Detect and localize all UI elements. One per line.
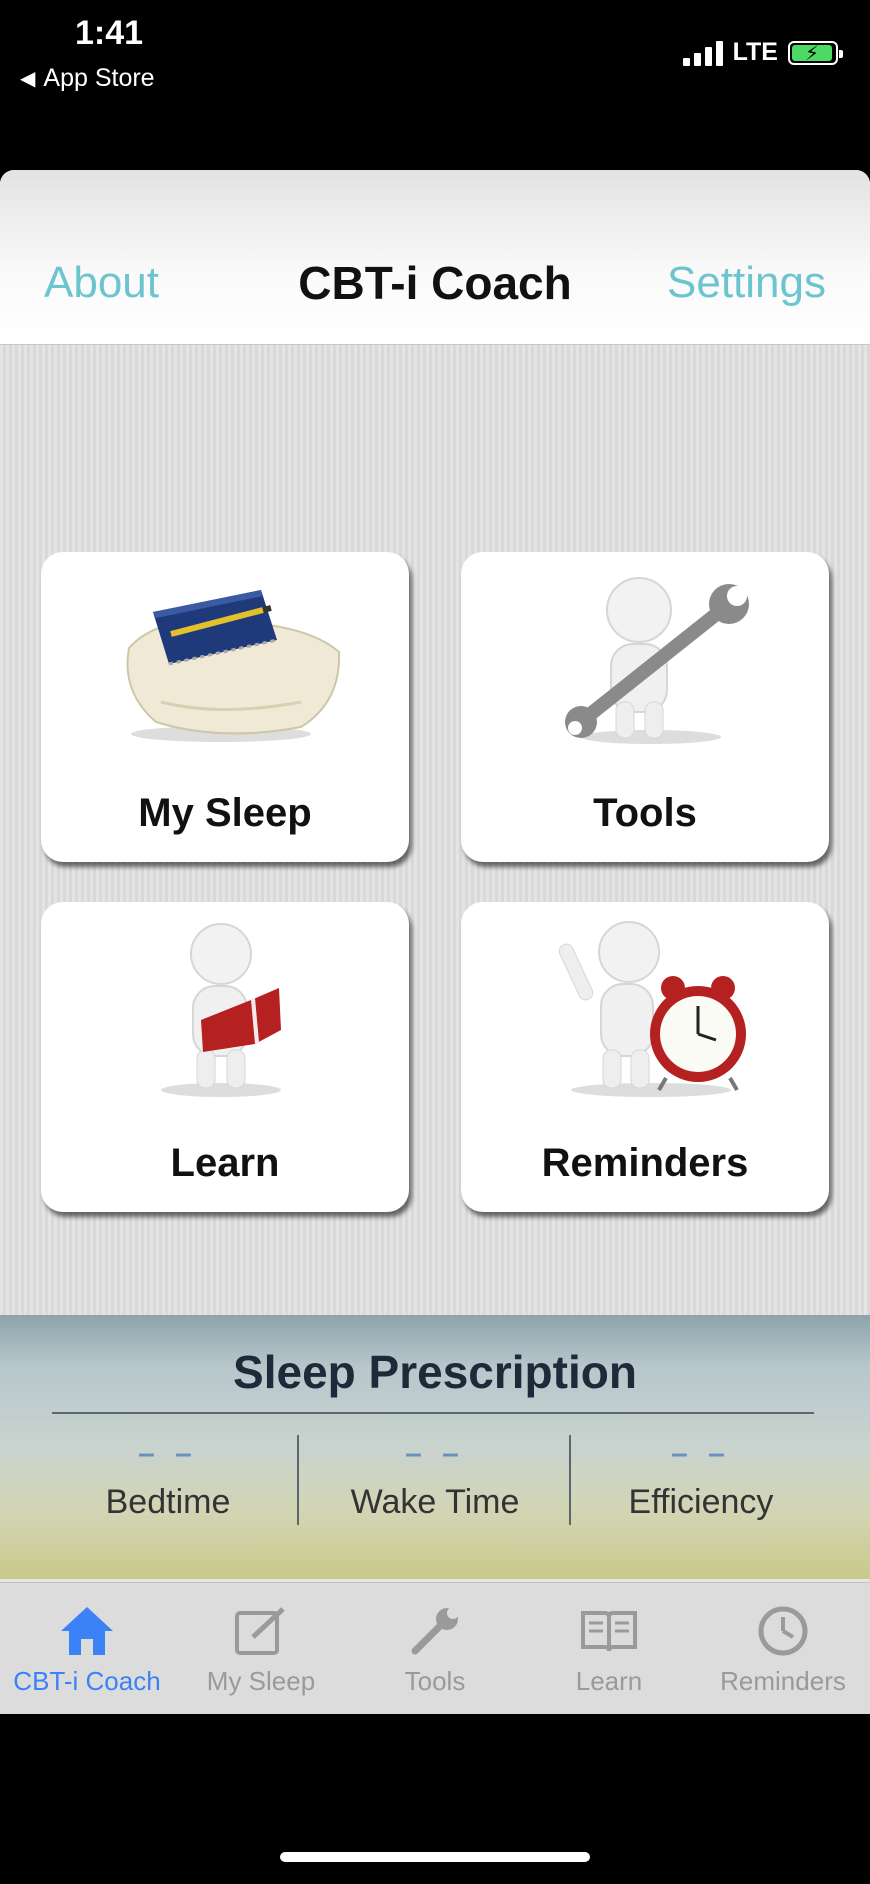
back-to-app-store[interactable]: ◀ App Store <box>20 64 155 93</box>
tab-my-sleep[interactable]: My Sleep <box>174 1583 348 1714</box>
sleep-prescription-title: Sleep Prescription <box>233 1346 637 1398</box>
efficiency-label: Efficiency <box>628 1483 774 1521</box>
tile-label: My Sleep <box>138 791 312 835</box>
clock-icon <box>758 1606 808 1656</box>
signal-icon <box>682 40 723 66</box>
notebook-on-pillow-icon <box>126 590 341 742</box>
tab-cbti-coach[interactable]: CBT-i Coach <box>0 1583 174 1714</box>
wake-time-label: Wake Time <box>350 1483 520 1521</box>
tile-tools[interactable]: Tools <box>461 552 829 862</box>
tile-my-sleep[interactable]: My Sleep <box>41 552 409 862</box>
back-label: App Store <box>43 64 155 92</box>
tile-label: Tools <box>593 791 697 835</box>
wrench-icon <box>411 1607 459 1655</box>
tile-grid: My Sleep Tools Learn Reminders <box>0 345 870 1485</box>
sleep-prescription-panel[interactable]: Sleep Prescription – – Bedtime – – Wake … <box>0 1315 870 1579</box>
navigation-bar: About CBT-i Coach Settings <box>0 170 870 345</box>
column-divider <box>297 1435 299 1525</box>
tile-label: Learn <box>170 1141 280 1185</box>
status-bar: 1:41 ◀ App Store LTE ⚡ <box>0 0 870 100</box>
tab-reminders[interactable]: Reminders <box>696 1583 870 1714</box>
wake-time-column: – – Wake Time <box>305 1437 565 1522</box>
efficiency-value: – – <box>671 1437 731 1470</box>
tab-learn[interactable]: Learn <box>522 1583 696 1714</box>
tab-label: My Sleep <box>206 1666 316 1696</box>
bedtime-label: Bedtime <box>105 1483 231 1521</box>
tab-bar: CBT-i Coach My Sleep Tools Learn Reminde… <box>0 1582 870 1714</box>
network-type: LTE <box>732 38 778 66</box>
divider <box>52 1412 814 1414</box>
status-indicators: LTE ⚡ <box>682 38 843 67</box>
home-icon <box>61 1607 113 1655</box>
edit-icon <box>235 1607 285 1655</box>
wake-time-value: – – <box>405 1437 465 1470</box>
figure-with-wrench-icon <box>565 577 749 744</box>
tab-tools[interactable]: Tools <box>348 1583 522 1714</box>
tab-label: Tools <box>404 1666 466 1696</box>
app-sheet: About CBT-i Coach Settings My Sleep Tool… <box>0 170 870 1714</box>
tab-label: Learn <box>575 1666 643 1696</box>
tab-label: Reminders <box>720 1666 846 1696</box>
figure-with-alarm-clock-icon <box>558 921 746 1097</box>
tab-label: CBT-i Coach <box>13 1666 161 1696</box>
figure-reading-book-icon <box>161 923 281 1097</box>
back-arrow-icon: ◀ <box>20 68 36 90</box>
book-icon <box>581 1611 637 1652</box>
status-time: 1:41 <box>75 14 144 52</box>
battery-icon: ⚡ <box>788 40 843 65</box>
bedtime-column: – – Bedtime <box>38 1437 298 1522</box>
efficiency-column: – – Efficiency <box>571 1437 831 1522</box>
bedtime-value: – – <box>138 1437 198 1470</box>
settings-button[interactable]: Settings <box>667 258 826 308</box>
home-indicator[interactable] <box>280 1852 590 1862</box>
tile-label: Reminders <box>541 1141 749 1185</box>
tile-learn[interactable]: Learn <box>41 902 409 1212</box>
tile-reminders[interactable]: Reminders <box>461 902 829 1212</box>
